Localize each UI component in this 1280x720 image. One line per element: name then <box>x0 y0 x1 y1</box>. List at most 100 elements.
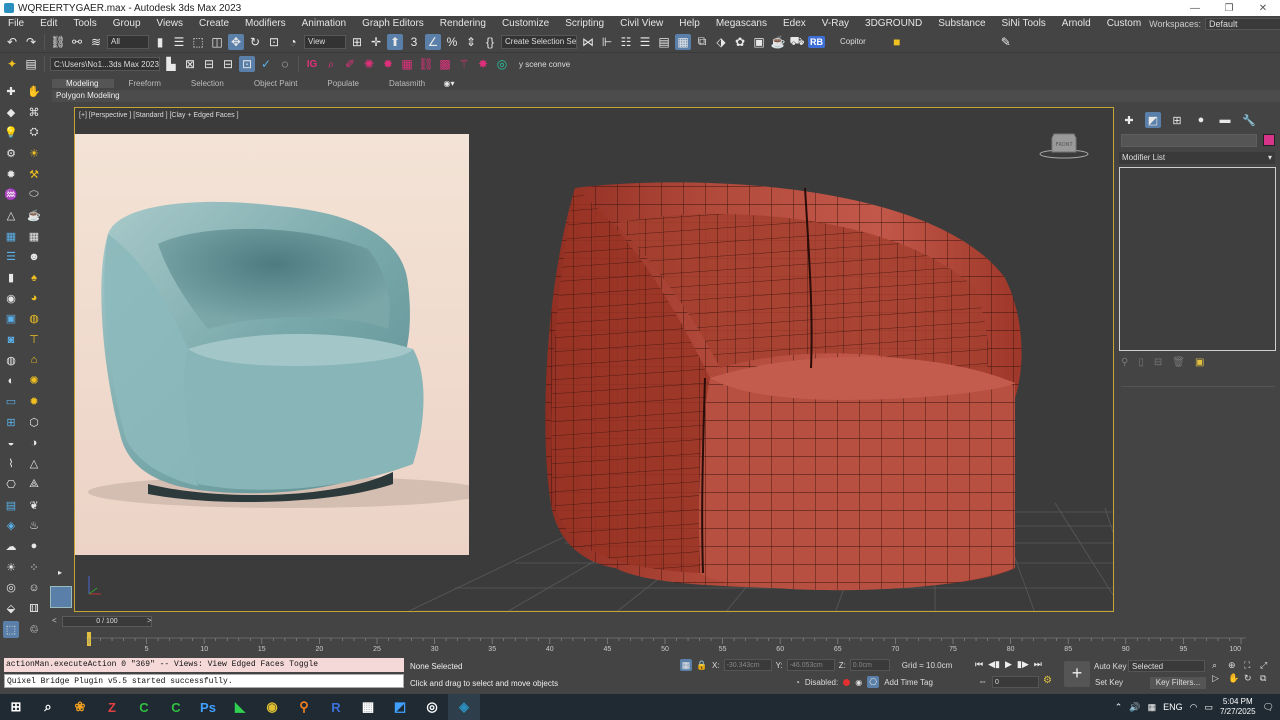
people-icon[interactable]: ☻ <box>26 249 42 266</box>
utilities-icon[interactable]: ⚒ <box>26 166 42 183</box>
layer-icon[interactable]: ⊟ <box>220 56 236 72</box>
make-unique-icon[interactable]: ⊟ <box>1154 357 1162 368</box>
snaps-toggle-icon[interactable]: 3 <box>406 34 422 50</box>
time-config-icon[interactable]: ⚙ <box>1043 675 1052 686</box>
volume-icon[interactable]: 🔊 <box>1129 702 1140 713</box>
isolate-selection-icon[interactable]: ▦ <box>680 659 692 671</box>
bind-spacewarp-icon[interactable]: ≋ <box>88 34 104 50</box>
select-move-icon[interactable]: ✥ <box>228 33 244 50</box>
cylinder-icon[interactable]: ◙ <box>3 331 19 348</box>
play-small-icon[interactable]: ▸ <box>52 564 68 580</box>
select-and-link-icon[interactable]: ⊠ <box>182 56 198 72</box>
remove-modifier-icon[interactable]: 🗑 <box>1172 357 1185 368</box>
brush-icon[interactable]: ✎ <box>998 34 1014 50</box>
teapot-icon[interactable]: ☕ <box>26 207 42 224</box>
field-of-view-icon[interactable]: ▷ <box>1212 673 1226 684</box>
script-input[interactable]: y scene conve <box>519 60 570 69</box>
menu-3dground[interactable]: 3DGROUND <box>857 18 930 29</box>
container-icon[interactable]: ⊟ <box>201 56 217 72</box>
zoom-all-icon[interactable]: ⊕ <box>1228 660 1242 671</box>
nvidia-icon[interactable]: ◣ <box>224 694 256 720</box>
photos-icon[interactable]: ❀ <box>64 694 96 720</box>
play-icon[interactable]: ▶ <box>1005 659 1012 670</box>
menu-sini-tools[interactable]: SiNi Tools <box>994 18 1054 29</box>
key-filters-button[interactable]: Key Filters... <box>1150 677 1206 689</box>
viewport-label[interactable]: [+] [Perspective ] [Standard ] [Clay + E… <box>79 112 239 119</box>
tab-freeform[interactable]: Freeform <box>114 79 176 88</box>
scene-converter-icon[interactable]: ◌ <box>277 56 293 72</box>
select-region-icon[interactable]: ⬚ <box>3 620 19 638</box>
create-tab-icon[interactable]: ✚ <box>1121 112 1137 128</box>
select-place-icon[interactable]: ◔ <box>285 34 301 50</box>
go-to-end-icon[interactable]: ⏭ <box>1034 659 1042 670</box>
particles-icon[interactable]: ⁘ <box>26 559 42 576</box>
3dsmax-taskbar-icon[interactable]: ◈ <box>448 694 480 720</box>
z-coordinate[interactable]: 0.0cm <box>849 659 890 671</box>
menu-civil-view[interactable]: Civil View <box>612 18 671 29</box>
pivot-center-icon[interactable]: ⊞ <box>349 34 365 50</box>
snipping-icon[interactable]: ◩ <box>384 694 416 720</box>
menu-edex[interactable]: Edex <box>775 18 814 29</box>
bookmark-icon[interactable]: ▮ <box>3 269 19 286</box>
menu-views[interactable]: Views <box>149 18 192 29</box>
perspective-viewport[interactable]: [+] [Perspective ] [Standard ] [Clay + E… <box>74 107 1114 612</box>
object-name-field[interactable] <box>1121 134 1257 147</box>
time-slider[interactable]: < 0 / 100 > <box>52 616 1280 628</box>
tab-datasmith[interactable]: Datasmith <box>375 79 441 88</box>
mirror-icon[interactable]: ⋈ <box>580 34 596 50</box>
notification-icon[interactable]: 🗨 <box>1263 702 1274 713</box>
create-icon[interactable]: ✚ <box>3 83 19 100</box>
configure-sets-icon[interactable]: ▣ <box>1195 357 1204 368</box>
render-iterative-icon[interactable]: ⛟ <box>789 34 805 50</box>
plugin-icon[interactable]: ■ <box>889 34 905 50</box>
obs-icon[interactable]: ◎ <box>416 694 448 720</box>
toggle-ribbon-icon[interactable]: ▤ <box>656 34 672 50</box>
reference-coord-dropdown[interactable]: View <box>304 34 346 49</box>
selection-lock-icon[interactable]: 🔒 <box>696 659 708 671</box>
unlink-icon[interactable]: ⚯ <box>69 34 85 50</box>
filezilla-icon[interactable]: Z <box>96 694 128 720</box>
key-mode-icon[interactable]: ⇔ <box>978 676 987 686</box>
capsule-icon[interactable]: ⬭ <box>26 186 42 203</box>
shape-icon[interactable]: ◒ <box>3 435 19 452</box>
menu-substance[interactable]: Substance <box>930 18 993 29</box>
hierarchy-icon[interactable]: ⌘ <box>26 104 42 121</box>
home-icon[interactable]: ✦ <box>4 56 20 72</box>
window-crossing-icon[interactable]: ◫ <box>209 34 225 50</box>
photoshop-icon[interactable]: Ps <box>192 694 224 720</box>
camtasia-icon[interactable]: C <box>128 694 160 720</box>
face-icon[interactable]: ☺ <box>26 580 42 597</box>
degradation-icon[interactable]: ◔ <box>795 678 800 687</box>
next-frame-icon[interactable]: > <box>147 616 152 625</box>
omni-light-icon[interactable]: ◕ <box>26 290 42 307</box>
render-icon[interactable]: △ <box>3 207 19 224</box>
menu-edit[interactable]: Edit <box>32 18 65 29</box>
select-object-icon[interactable]: ▮ <box>152 34 168 50</box>
rb-button[interactable]: RB <box>808 35 825 48</box>
modify-icon[interactable]: ✋ <box>26 83 42 100</box>
language-indicator[interactable]: ENG <box>1163 702 1183 712</box>
select-manipulate-icon[interactable]: ✛ <box>368 34 384 50</box>
toggle-icon[interactable]: ◉ <box>855 678 862 687</box>
menu-megascans[interactable]: Megascans <box>708 18 775 29</box>
camtasia2-icon[interactable]: C <box>160 694 192 720</box>
frame-counter[interactable]: 0 / 100 <box>62 616 152 627</box>
show-end-result-icon[interactable]: ▯ <box>1138 357 1144 368</box>
plane-icon[interactable]: ▭ <box>3 393 19 410</box>
time-tag-icon[interactable]: ⎔ <box>867 676 880 688</box>
search-app-icon[interactable]: ⚲ <box>288 694 320 720</box>
sphere-icon[interactable]: ◉ <box>3 290 19 307</box>
cone-icon[interactable]: △ <box>26 455 42 472</box>
grid-helper-icon[interactable]: ▦ <box>26 228 42 245</box>
menu-customize[interactable]: Customize <box>494 18 557 29</box>
render-production-icon[interactable]: ☕ <box>770 34 786 50</box>
systems-icon[interactable]: ♒ <box>3 186 19 203</box>
spline-icon[interactable]: ⌇ <box>3 455 19 472</box>
viewport-lock-icon[interactable]: ⊡ <box>239 56 255 72</box>
link-icon[interactable]: ⛓ <box>50 34 66 50</box>
viewcube[interactable]: FRONT <box>1039 130 1089 160</box>
menu-custom[interactable]: Custom <box>1099 18 1149 29</box>
menu-vray[interactable]: V-Ray <box>814 18 857 29</box>
menu-scripting[interactable]: Scripting <box>557 18 612 29</box>
keyboard-shortcut-override-icon[interactable]: ⬆ <box>387 33 403 50</box>
